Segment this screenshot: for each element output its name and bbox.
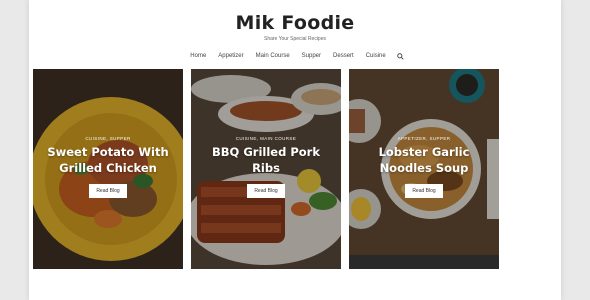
post-card-sweet-potato[interactable]: CUISINE, SUPPER Sweet Potato With Grille… (33, 69, 183, 269)
nav-item-dessert[interactable]: Dessert (333, 53, 354, 59)
site-tagline: Share Your Special Recipes (264, 36, 326, 42)
nav-item-home[interactable]: Home (190, 53, 206, 59)
post-category[interactable]: APPETIZER, SUPPER (349, 136, 499, 141)
post-title[interactable]: Sweet Potato With Grilled Chicken (33, 144, 183, 176)
post-title-line: Noodles Soup (379, 161, 469, 175)
nav-item-main-course[interactable]: Main Course (256, 53, 290, 59)
site-title[interactable]: Mik Foodie (29, 12, 561, 34)
post-card-content: CUISINE, MAIN COURSE BBQ Grilled Pork Ri… (191, 136, 341, 198)
post-category[interactable]: CUISINE, SUPPER (33, 136, 183, 141)
nav-item-supper[interactable]: Supper (302, 53, 321, 59)
nav-item-cuisine[interactable]: Cuisine (366, 53, 386, 59)
search-icon[interactable] (396, 51, 406, 61)
post-card-content: APPETIZER, SUPPER Lobster Garlic Noodles… (349, 136, 499, 198)
post-title[interactable]: BBQ Grilled Pork Ribs (191, 144, 341, 176)
post-title-line: BBQ Grilled Pork (212, 145, 320, 159)
read-blog-button[interactable]: Read Blog (405, 184, 443, 198)
post-card-content: CUISINE, SUPPER Sweet Potato With Grille… (33, 136, 183, 198)
post-title[interactable]: Lobster Garlic Noodles Soup (349, 144, 499, 176)
nav-item-appetizer[interactable]: Appetizer (218, 53, 243, 59)
main-nav: Home Appetizer Main Course Supper Desser… (29, 51, 561, 61)
read-blog-button[interactable]: Read Blog (89, 184, 127, 198)
post-title-line: Sweet Potato With (47, 145, 169, 159)
post-title-line: Grilled Chicken (59, 161, 157, 175)
post-category[interactable]: CUISINE, MAIN COURSE (191, 136, 341, 141)
read-blog-button[interactable]: Read Blog (247, 184, 285, 198)
featured-posts: CUISINE, SUPPER Sweet Potato With Grille… (33, 69, 499, 269)
post-card-bbq-ribs[interactable]: CUISINE, MAIN COURSE BBQ Grilled Pork Ri… (191, 69, 341, 269)
post-title-line: Lobster Garlic (378, 145, 470, 159)
post-title-line: Ribs (252, 161, 280, 175)
post-card-lobster-noodles[interactable]: APPETIZER, SUPPER Lobster Garlic Noodles… (349, 69, 499, 269)
